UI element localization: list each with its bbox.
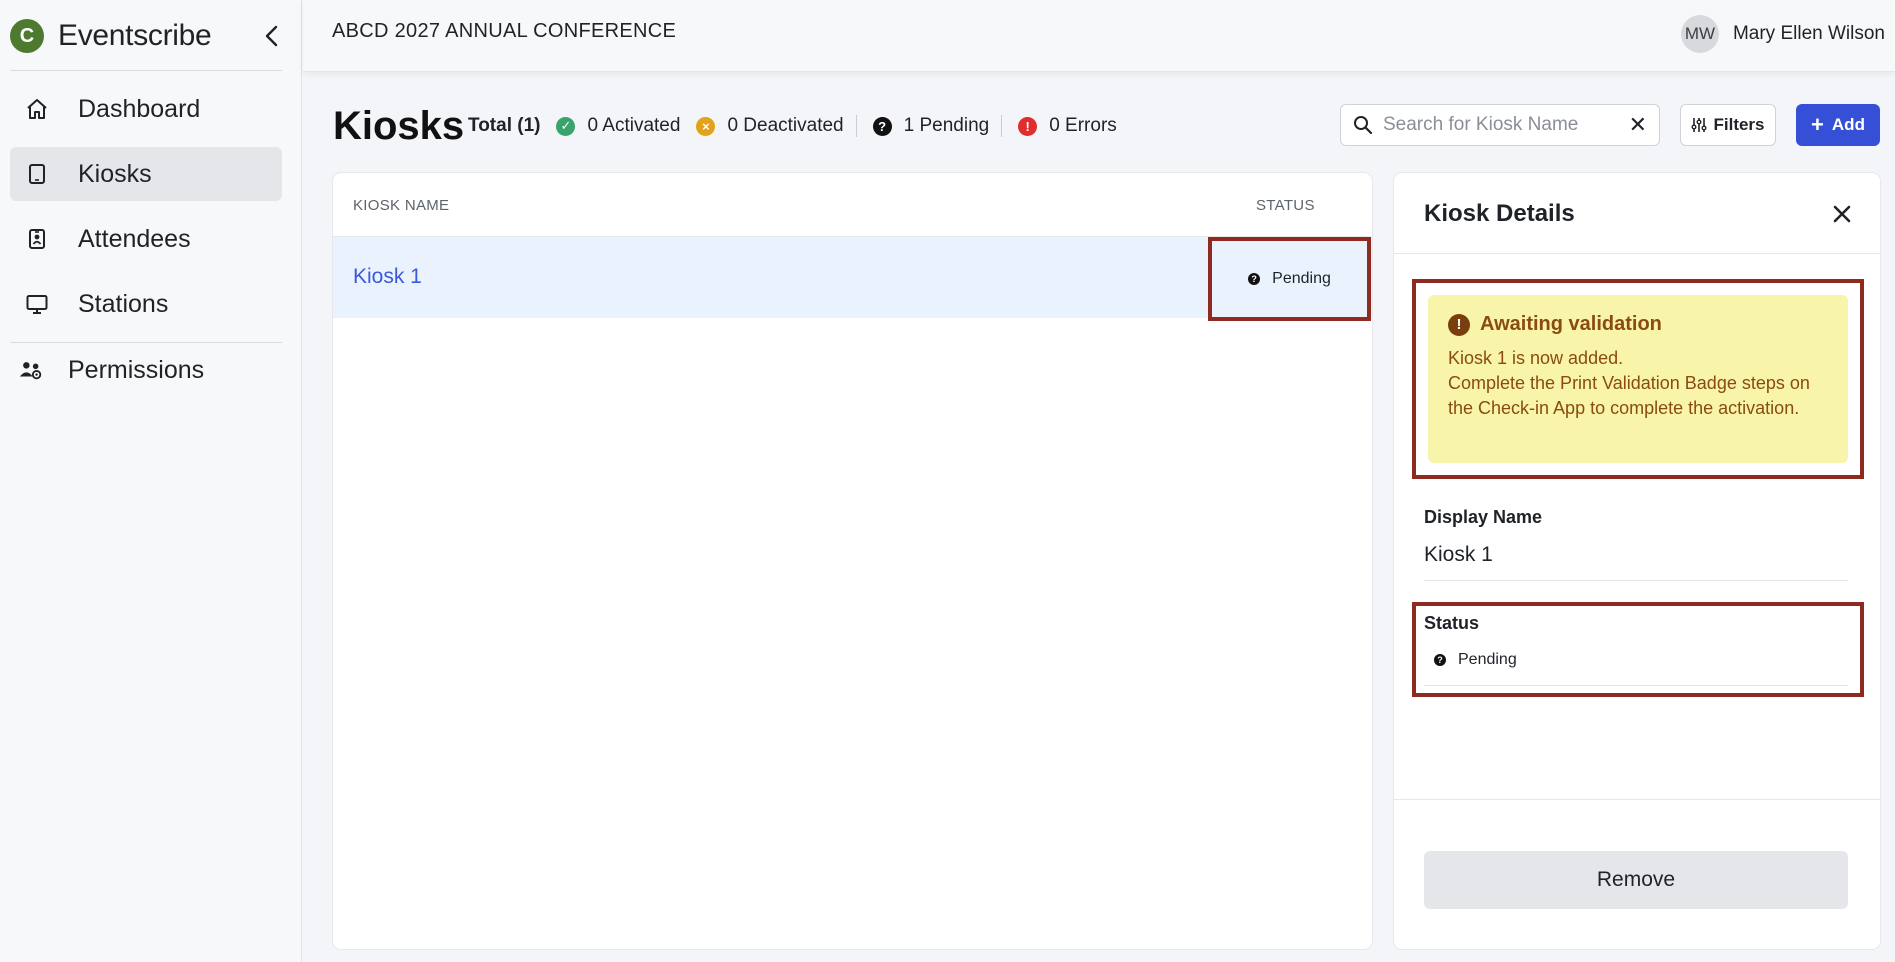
user-menu[interactable]: MW Mary Ellen Wilson: [1680, 15, 1885, 53]
table-row[interactable]: Kiosk 1 ? Pending: [333, 237, 1372, 321]
sidebar-item-label: Stations: [78, 289, 169, 318]
alert-body: Kiosk 1 is now added. Complete the Print…: [1448, 346, 1828, 421]
stat-pending: ? 1 Pending: [857, 115, 990, 137]
search-box: ✕: [1340, 104, 1660, 146]
status-label: Pending: [1458, 651, 1517, 668]
close-details-button[interactable]: [1826, 198, 1858, 230]
stat-activated: ✓ 0 Activated: [540, 115, 680, 137]
sidebar-item-attendees[interactable]: Attendees: [10, 212, 282, 266]
details-title: Kiosk Details: [1424, 200, 1575, 227]
search-input[interactable]: [1383, 114, 1603, 136]
alert-header: ! Awaiting validation: [1448, 313, 1828, 336]
brand: C Eventscribe: [10, 14, 292, 58]
event-title: ABCD 2027 ANNUAL CONFERENCE: [332, 20, 677, 42]
filters-button[interactable]: Filters: [1680, 104, 1776, 146]
add-label: Add: [1831, 115, 1865, 134]
status-field-label: Status: [1424, 613, 1480, 633]
details-divider: [1394, 253, 1880, 254]
home-icon: [24, 96, 50, 122]
stat-pending-label: 1 Pending: [903, 115, 990, 136]
kiosk-details-panel: Kiosk Details ! Awaiting validation Kios…: [1394, 173, 1880, 949]
status-cell-highlight: ? Pending: [1208, 237, 1371, 321]
stat-activated-label: 0 Activated: [587, 115, 681, 136]
kiosk-name-link[interactable]: Kiosk 1: [353, 265, 422, 289]
question-circle-icon: ?: [1434, 654, 1446, 666]
field-divider: [1424, 685, 1848, 686]
sidebar-item-permissions[interactable]: Permissions: [10, 343, 282, 397]
user-name: Mary Ellen Wilson: [1732, 23, 1885, 44]
chevron-left-icon: [265, 25, 278, 47]
kiosk-table: KIOSK NAME STATUS Kiosk 1 ? Pending: [333, 173, 1372, 949]
alert-highlight: ! Awaiting validation Kiosk 1 is now add…: [1412, 279, 1864, 479]
question-circle-icon: ?: [872, 116, 892, 136]
x-circle-icon: ×: [696, 116, 716, 136]
stat-errors: ! 0 Errors: [1002, 115, 1117, 137]
search-icon: [1354, 116, 1373, 135]
details-divider: [1394, 799, 1880, 800]
brand-name: Eventscribe: [58, 19, 212, 52]
page-title: Kiosks: [333, 104, 465, 148]
alert-circle-icon: !: [1018, 116, 1038, 136]
remove-kiosk-button[interactable]: Remove: [1424, 851, 1848, 909]
display-name-value: Kiosk 1: [1424, 543, 1493, 566]
sidebar-item-label: Attendees: [78, 224, 191, 253]
filters-label: Filters: [1713, 115, 1765, 134]
check-circle-icon: ✓: [556, 116, 576, 136]
plus-icon: +: [1811, 112, 1824, 137]
awaiting-validation-alert: ! Awaiting validation Kiosk 1 is now add…: [1428, 295, 1848, 463]
badge-icon: [24, 226, 50, 252]
stat-deactivated-label: 0 Deactivated: [727, 115, 844, 136]
collapse-sidebar-button[interactable]: [258, 22, 286, 50]
stat-total: Total (1): [468, 115, 541, 136]
users-icon: [18, 357, 44, 383]
close-icon: [1833, 205, 1851, 223]
alert-line: Kiosk 1 is now added.: [1448, 348, 1624, 368]
sidebar-item-dashboard[interactable]: Dashboard: [10, 82, 282, 136]
table-header: KIOSK NAME STATUS: [333, 173, 1372, 237]
field-divider: [1424, 580, 1848, 581]
sliders-icon: [1691, 118, 1707, 132]
sidebar-item-label: Kiosks: [78, 159, 152, 188]
status-highlight: [1412, 602, 1864, 697]
status-label: Pending: [1272, 270, 1331, 287]
status-badge: ? Pending: [1434, 651, 1517, 669]
kiosk-stats: Total (1) ✓ 0 Activated × 0 Deactivated …: [468, 113, 1117, 139]
alert-circle-icon: !: [1448, 313, 1470, 336]
column-header-kiosk-name[interactable]: KIOSK NAME: [353, 197, 449, 214]
add-kiosk-button[interactable]: + Add: [1796, 104, 1880, 146]
topbar: ABCD 2027 ANNUAL CONFERENCE MW Mary Elle…: [303, 0, 1895, 72]
sidebar-item-label: Dashboard: [78, 94, 201, 123]
question-circle-icon: ?: [1248, 273, 1261, 285]
status-badge: ? Pending: [1248, 270, 1331, 288]
sidebar-item-label: Permissions: [68, 355, 205, 384]
monitor-icon: [24, 291, 50, 317]
sidebar: C Eventscribe Dashboard Kiosks Attendees…: [0, 0, 302, 962]
tablet-icon: [24, 161, 50, 187]
alert-line: Complete the Print Validation Badge step…: [1448, 373, 1810, 418]
clear-search-icon[interactable]: ✕: [1629, 112, 1647, 138]
sidebar-item-stations[interactable]: Stations: [10, 277, 282, 331]
alert-title: Awaiting validation: [1480, 313, 1662, 335]
brand-logo: C: [10, 19, 44, 53]
sidebar-divider: [10, 70, 282, 71]
stat-deactivated: × 0 Deactivated: [680, 115, 844, 137]
sidebar-item-kiosks[interactable]: Kiosks: [10, 147, 282, 201]
display-name-label: Display Name: [1424, 507, 1543, 527]
avatar: MW: [1680, 15, 1719, 53]
column-header-status[interactable]: STATUS: [1256, 197, 1315, 214]
stat-errors-label: 0 Errors: [1049, 115, 1117, 136]
